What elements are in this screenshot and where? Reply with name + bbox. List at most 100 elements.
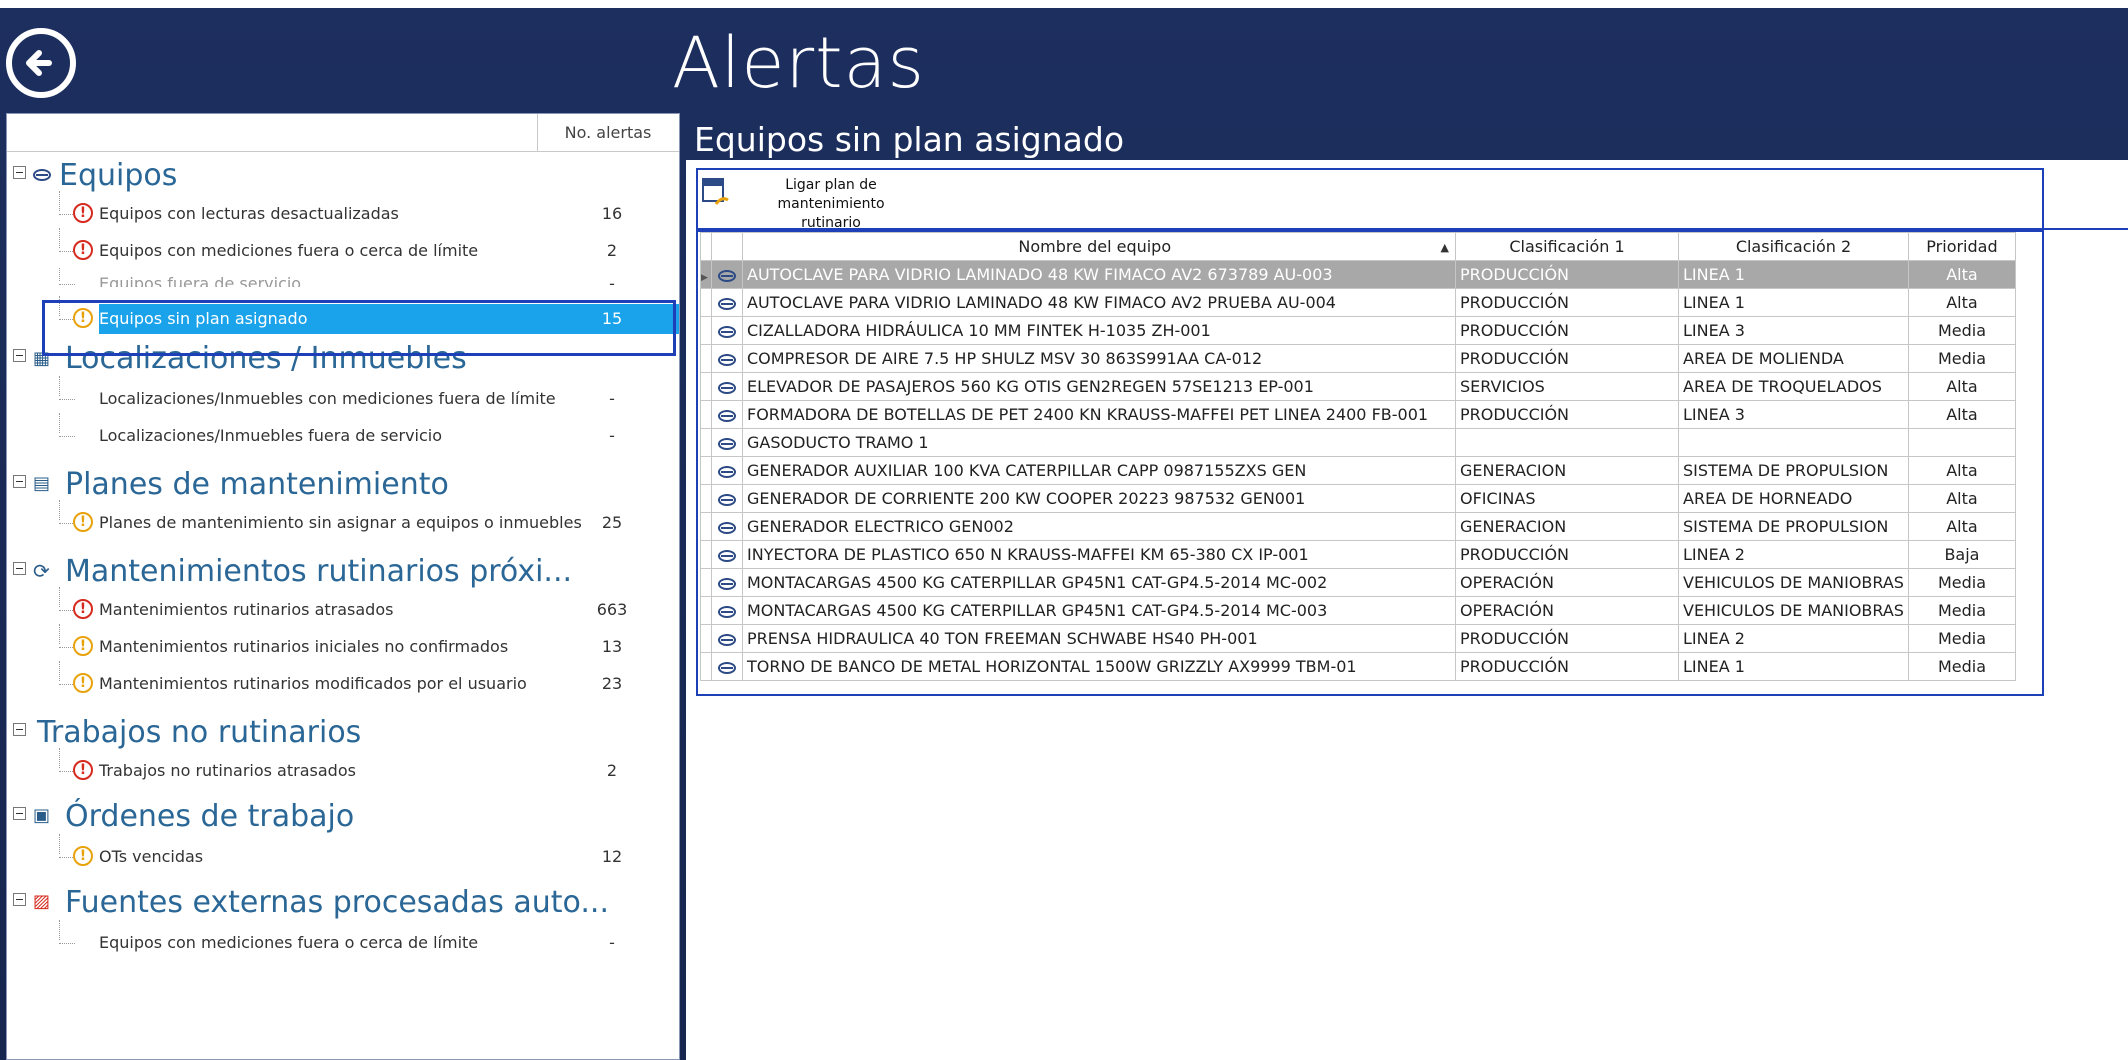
tree-item-equipos-lecturas[interactable]: ! Equipos con lecturas desactualizadas 1… bbox=[7, 191, 679, 231]
cell-nombre[interactable]: COMPRESOR DE AIRE 7.5 HP SHULZ MSV 30 86… bbox=[742, 344, 1456, 373]
cell-clasificacion-1[interactable]: PRODUCCIÓN bbox=[1455, 288, 1679, 317]
cell-prioridad[interactable]: Media bbox=[1907, 316, 2016, 345]
table-row[interactable]: GENERADOR DE CORRIENTE 200 KW COOPER 202… bbox=[700, 484, 2016, 513]
cell-clasificacion-1[interactable]: PRODUCCIÓN bbox=[1455, 624, 1679, 653]
collapse-toggle[interactable] bbox=[13, 723, 26, 736]
tree-item-loc-mediciones[interactable]: Localizaciones/Inmuebles con mediciones … bbox=[7, 376, 679, 416]
row-indicator[interactable] bbox=[700, 288, 712, 317]
cell-clasificacion-2[interactable]: LINEA 3 bbox=[1678, 400, 1909, 429]
collapse-toggle[interactable] bbox=[13, 893, 26, 906]
back-button[interactable] bbox=[6, 28, 76, 98]
cell-clasificacion-2[interactable]: VEHICULOS DE MANIOBRAS bbox=[1678, 568, 1909, 597]
tree-item-equipos-fuera-servicio[interactable]: Equipos fuera de servicio - bbox=[7, 267, 679, 287]
table-row[interactable]: AUTOCLAVE PARA VIDRIO LAMINADO 48 KW FIM… bbox=[700, 288, 2016, 317]
tree-group-equipos[interactable]: Equipos bbox=[7, 156, 679, 196]
tree-item-mant-atrasados[interactable]: ! Mantenimientos rutinarios atrasados 66… bbox=[7, 587, 679, 627]
cell-clasificacion-1[interactable]: OPERACIÓN bbox=[1455, 568, 1679, 597]
row-indicator[interactable] bbox=[700, 484, 712, 513]
row-indicator[interactable] bbox=[700, 428, 712, 457]
cell-clasificacion-2[interactable]: AREA DE HORNEADO bbox=[1678, 484, 1909, 513]
table-row[interactable]: GENERADOR ELECTRICO GEN002 GENERACION SIST… bbox=[700, 512, 2016, 541]
cell-prioridad[interactable]: Media bbox=[1907, 596, 2016, 625]
cell-prioridad[interactable]: Media bbox=[1907, 624, 2016, 653]
table-row[interactable]: ▶ AUTOCLAVE PARA VIDRIO LAMINADO 48 KW FI… bbox=[700, 260, 2016, 289]
cell-prioridad[interactable]: Baja bbox=[1907, 540, 2016, 569]
cell-nombre[interactable]: PRENSA HIDRAULICA 40 TON FREEMAN SCHWABE… bbox=[742, 624, 1456, 653]
row-indicator[interactable] bbox=[700, 652, 712, 681]
table-row[interactable]: INYECTORA DE PLASTICO 650 N KRAUSS-MAFFE… bbox=[700, 540, 2016, 569]
tree-group-ordenes[interactable]: ▣ Órdenes de trabajo bbox=[7, 797, 679, 837]
column-header-prioridad[interactable]: Prioridad bbox=[1907, 232, 2016, 261]
cell-clasificacion-2[interactable]: LINEA 2 bbox=[1678, 624, 1909, 653]
cell-nombre[interactable]: AUTOCLAVE PARA VIDRIO LAMINADO 48 KW FIM… bbox=[742, 288, 1456, 317]
cell-nombre[interactable]: INYECTORA DE PLASTICO 650 N KRAUSS-MAFFE… bbox=[742, 540, 1456, 569]
cell-nombre[interactable]: AUTOCLAVE PARA VIDRIO LAMINADO 48 KW FIM… bbox=[742, 260, 1456, 289]
collapse-toggle[interactable] bbox=[13, 807, 26, 820]
cell-clasificacion-2[interactable]: AREA DE TROQUELADOS bbox=[1678, 372, 1909, 401]
column-header-clasificacion-2[interactable]: Clasificación 2 bbox=[1678, 232, 1909, 261]
cell-clasificacion-2[interactable]: SISTEMA DE PROPULSION bbox=[1678, 512, 1909, 541]
cell-nombre[interactable]: GENERADOR DE CORRIENTE 200 KW COOPER 202… bbox=[742, 484, 1456, 513]
cell-prioridad[interactable]: Alta bbox=[1907, 484, 2016, 513]
row-indicator[interactable] bbox=[700, 456, 712, 485]
table-row[interactable]: GASODUCTO TRAMO 1 bbox=[700, 428, 2016, 457]
table-row[interactable]: MONTACARGAS 4500 KG CATERPILLAR GP45N1 C… bbox=[700, 568, 2016, 597]
table-row[interactable]: TORNO DE BANCO DE METAL HORIZONTAL 1500W… bbox=[700, 652, 2016, 681]
cell-nombre[interactable]: GASODUCTO TRAMO 1 bbox=[742, 428, 1456, 457]
cell-clasificacion-2[interactable]: VEHICULOS DE MANIOBRAS bbox=[1678, 596, 1909, 625]
tree-item-trabajos-atrasados[interactable]: ! Trabajos no rutinarios atrasados 2 bbox=[7, 748, 679, 788]
tree-group-trabajos[interactable]: Trabajos no rutinarios bbox=[7, 713, 679, 753]
cell-prioridad[interactable]: Alta bbox=[1907, 288, 2016, 317]
cell-clasificacion-1[interactable]: PRODUCCIÓN bbox=[1455, 316, 1679, 345]
row-indicator[interactable] bbox=[700, 344, 712, 373]
cell-clasificacion-1[interactable]: SERVICIOS bbox=[1455, 372, 1679, 401]
cell-nombre[interactable]: MONTACARGAS 4500 KG CATERPILLAR GP45N1 C… bbox=[742, 568, 1456, 597]
cell-prioridad[interactable]: Alta bbox=[1907, 456, 2016, 485]
row-indicator[interactable] bbox=[700, 316, 712, 345]
alerts-count-column-header[interactable]: No. alertas bbox=[543, 114, 673, 151]
cell-clasificacion-2[interactable] bbox=[1678, 428, 1909, 457]
tree-item-fuentes-mediciones[interactable]: Equipos con mediciones fuera o cerca de … bbox=[7, 920, 679, 960]
cell-clasificacion-1[interactable]: GENERACION bbox=[1455, 512, 1679, 541]
column-header-clasificacion-1[interactable]: Clasificación 1 bbox=[1455, 232, 1679, 261]
tree-group-mantenimientos[interactable]: ⟳ Mantenimientos rutinarios próxi... bbox=[7, 552, 679, 592]
cell-clasificacion-1[interactable]: PRODUCCIÓN bbox=[1455, 344, 1679, 373]
tree-item-equipos-mediciones[interactable]: ! Equipos con mediciones fuera o cerca d… bbox=[7, 228, 679, 268]
table-row[interactable]: CIZALLADORA HIDRÁULICA 10 MM FINTEK H-10… bbox=[700, 316, 2016, 345]
cell-prioridad[interactable] bbox=[1907, 428, 2016, 457]
cell-clasificacion-1[interactable]: PRODUCCIÓN bbox=[1455, 400, 1679, 429]
cell-prioridad[interactable]: Media bbox=[1907, 568, 2016, 597]
cell-clasificacion-2[interactable]: AREA DE MOLIENDA bbox=[1678, 344, 1909, 373]
cell-prioridad[interactable]: Alta bbox=[1907, 372, 2016, 401]
cell-nombre[interactable]: MONTACARGAS 4500 KG CATERPILLAR GP45N1 C… bbox=[742, 596, 1456, 625]
row-indicator[interactable] bbox=[700, 624, 712, 653]
cell-prioridad[interactable]: Alta bbox=[1907, 400, 2016, 429]
cell-prioridad[interactable]: Alta bbox=[1907, 260, 2016, 289]
row-indicator[interactable] bbox=[700, 400, 712, 429]
collapse-toggle[interactable] bbox=[13, 562, 26, 575]
cell-clasificacion-2[interactable]: LINEA 1 bbox=[1678, 652, 1909, 681]
table-row[interactable]: PRENSA HIDRAULICA 40 TON FREEMAN SCHWABE… bbox=[700, 624, 2016, 653]
tree-item-mant-no-confirmados[interactable]: ! Mantenimientos rutinarios iniciales no… bbox=[7, 624, 679, 664]
row-indicator[interactable] bbox=[700, 568, 712, 597]
tree-item-loc-fuera-servicio[interactable]: Localizaciones/Inmuebles fuera de servic… bbox=[7, 413, 679, 453]
tree-item-mant-modificados[interactable]: ! Mantenimientos rutinarios modificados … bbox=[7, 661, 679, 701]
row-indicator[interactable] bbox=[700, 512, 712, 541]
link-plan-button[interactable]: Ligar plan de mantenimiento rutinario bbox=[700, 172, 960, 231]
cell-prioridad[interactable]: Alta bbox=[1907, 512, 2016, 541]
cell-clasificacion-1[interactable]: OFICINAS bbox=[1455, 484, 1679, 513]
table-row[interactable]: GENERADOR AUXILIAR 100 KVA CATERPILLAR C… bbox=[700, 456, 2016, 485]
collapse-toggle[interactable] bbox=[13, 349, 26, 362]
cell-clasificacion-1[interactable]: PRODUCCIÓN bbox=[1455, 652, 1679, 681]
cell-clasificacion-2[interactable]: LINEA 3 bbox=[1678, 316, 1909, 345]
tree-group-fuentes-externas[interactable]: ▨ Fuentes externas procesadas auto... bbox=[7, 883, 679, 923]
cell-nombre[interactable]: GENERADOR ELECTRICO GEN002 bbox=[742, 512, 1456, 541]
cell-nombre[interactable]: TORNO DE BANCO DE METAL HORIZONTAL 1500W… bbox=[742, 652, 1456, 681]
row-indicator[interactable] bbox=[700, 540, 712, 569]
cell-clasificacion-1[interactable]: PRODUCCIÓN bbox=[1455, 540, 1679, 569]
cell-clasificacion-2[interactable]: LINEA 2 bbox=[1678, 540, 1909, 569]
cell-prioridad[interactable]: Media bbox=[1907, 652, 2016, 681]
table-row[interactable]: FORMADORA DE BOTELLAS DE PET 2400 KN KRA… bbox=[700, 400, 2016, 429]
column-header-nombre[interactable]: Nombre del equipo ▲ bbox=[742, 232, 1456, 261]
row-indicator[interactable] bbox=[700, 596, 712, 625]
